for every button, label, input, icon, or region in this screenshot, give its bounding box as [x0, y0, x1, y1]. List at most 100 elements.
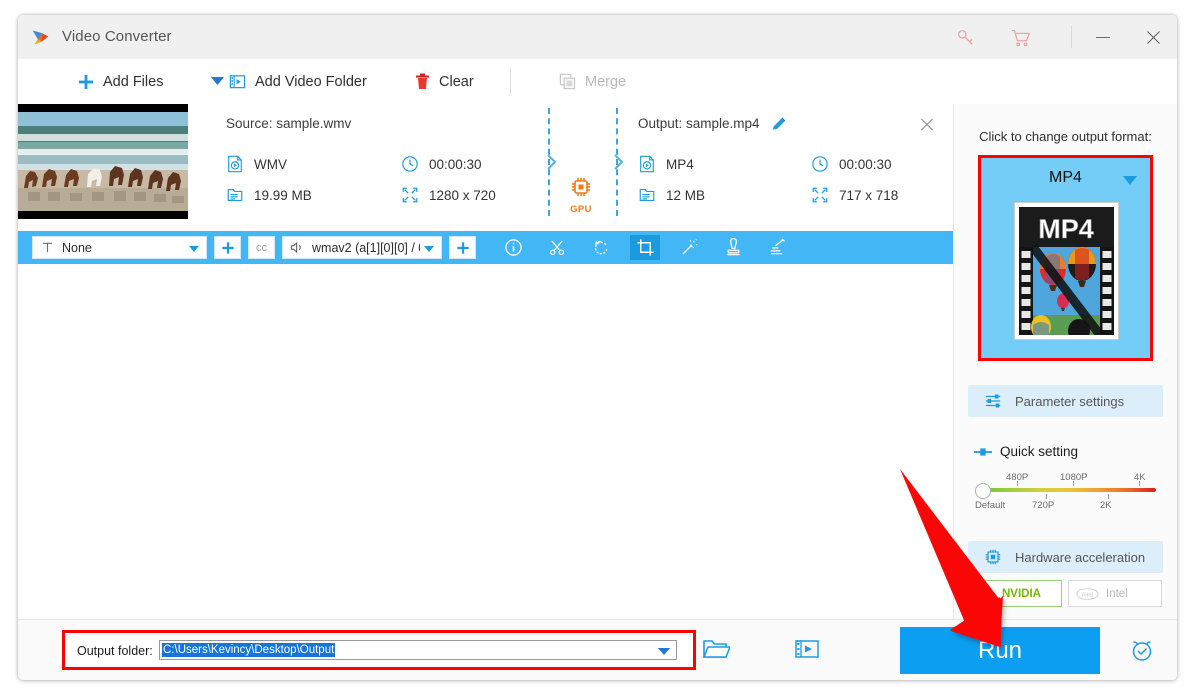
- quick-setting-toggle[interactable]: Quick setting: [974, 444, 1078, 459]
- key-icon[interactable]: [955, 27, 977, 49]
- svg-text:MP4: MP4: [1038, 214, 1094, 244]
- edit-tool-group: [491, 235, 799, 260]
- chevron-down-icon: [189, 246, 199, 252]
- bottom-bar: Output folder: C:\Users\Kevincy\Desktop\…: [18, 619, 1177, 680]
- run-label: Run: [977, 636, 1023, 664]
- closed-caption-button[interactable]: cc: [248, 236, 275, 259]
- edit-toolbar: None cc wmav2 (a[1][0][0] / 0:: [18, 231, 953, 264]
- merge-label: Merge: [585, 73, 627, 90]
- source-format-value: WMV: [254, 156, 287, 172]
- source-filename: Source: sample.wmv: [226, 116, 352, 131]
- clear-button[interactable]: Clear: [415, 59, 474, 104]
- video-thumbnail[interactable]: [18, 104, 188, 219]
- output-folder-value: C:\Users\Kevincy\Desktop\Output: [162, 643, 336, 657]
- output-resolution: 717 x 718: [811, 186, 898, 204]
- add-video-folder-label: Add Video Folder: [255, 73, 367, 90]
- resolution-icon: [811, 186, 829, 204]
- chevron-down-icon: [210, 74, 224, 90]
- chevron-down-icon[interactable]: [1123, 176, 1137, 185]
- info-icon[interactable]: [498, 235, 528, 260]
- subtitle-text-icon: [41, 241, 54, 254]
- resolution-icon: [401, 186, 419, 204]
- output-size: 12 MB: [638, 186, 705, 204]
- quality-slider[interactable]: 480P 1080P 4K Default 720P 2K: [975, 472, 1156, 511]
- run-button[interactable]: Run: [900, 627, 1100, 674]
- cart-icon[interactable]: [1010, 27, 1032, 49]
- format-thumbnail: MP4: [1014, 202, 1119, 340]
- flow-chevron-left-icon: [545, 152, 559, 172]
- hw-option-nvidia[interactable]: NVIDIA: [968, 580, 1062, 607]
- adjust-icon[interactable]: [762, 235, 792, 260]
- titlebar-divider: [1071, 26, 1072, 48]
- app-logo-icon: [30, 27, 51, 48]
- svg-text:intel: intel: [1082, 592, 1093, 598]
- slider-label-720p: 720P: [1032, 500, 1055, 511]
- crop-icon[interactable]: [630, 235, 660, 260]
- main-toolbar: Add Files Add Video Folder Clear Merge: [18, 59, 1177, 105]
- hardware-acceleration-button[interactable]: Hardware acceleration: [968, 541, 1163, 573]
- parameter-settings-button[interactable]: Parameter settings: [968, 385, 1163, 417]
- output-folder-label: Output folder:: [77, 644, 153, 658]
- close-icon[interactable]: [1136, 23, 1170, 51]
- sliders-icon: [984, 392, 1002, 410]
- remove-file-icon[interactable]: [918, 116, 936, 134]
- video-file-icon: [638, 155, 656, 173]
- source-duration: 00:00:30: [401, 155, 482, 173]
- add-files-dropdown-caret[interactable]: [204, 59, 230, 104]
- hw-option-intel-label: Intel: [1106, 587, 1128, 600]
- folder-open-icon[interactable]: [702, 637, 732, 666]
- add-video-folder-button[interactable]: Add Video Folder: [229, 59, 367, 104]
- toolbar-divider: [510, 69, 511, 94]
- hw-option-intel[interactable]: intel Intel: [1068, 580, 1162, 607]
- source-duration-value: 00:00:30: [429, 156, 482, 172]
- audio-track-value: wmav2 (a[1][0][0] / 0:: [312, 240, 420, 255]
- slider-tick-4k: [1139, 481, 1140, 486]
- change-format-title: Click to change output format:: [979, 129, 1152, 144]
- output-size-value: 12 MB: [666, 187, 706, 203]
- flow-chevron-right-icon: [612, 152, 626, 172]
- output-duration: 00:00:30: [811, 155, 892, 173]
- merge-icon: [559, 73, 576, 90]
- video-file-icon: [226, 155, 244, 173]
- source-format: WMV: [226, 155, 287, 173]
- parameter-settings-label: Parameter settings: [1015, 393, 1125, 409]
- chevron-down-icon[interactable]: [658, 648, 670, 655]
- slider-tick-1080p: [1073, 481, 1074, 486]
- subtitle-select[interactable]: None: [32, 236, 207, 259]
- rename-pencil-icon[interactable]: [771, 116, 787, 137]
- add-files-button[interactable]: Add Files: [78, 59, 163, 104]
- hardware-acceleration-label: Hardware acceleration: [1015, 549, 1146, 565]
- chevron-down-icon: [424, 246, 434, 252]
- minimize-icon[interactable]: [1086, 23, 1120, 51]
- effect-wand-icon[interactable]: [674, 235, 704, 260]
- add-subtitle-button[interactable]: [214, 236, 241, 259]
- source-resolution: 1280 x 720: [401, 186, 496, 204]
- film-preview-icon[interactable]: [794, 637, 820, 666]
- scissors-icon[interactable]: [542, 235, 572, 260]
- alarm-clock-icon[interactable]: [1128, 637, 1156, 668]
- output-folder-row: Output folder: C:\Users\Kevincy\Desktop\…: [62, 630, 696, 670]
- output-format-box[interactable]: MP4 MP4: [978, 155, 1153, 361]
- merge-button[interactable]: Merge: [559, 59, 626, 104]
- quick-setting-icon: [974, 446, 992, 458]
- output-folder-input[interactable]: C:\Users\Kevincy\Desktop\Output: [159, 640, 677, 660]
- output-resolution-value: 717 x 718: [839, 187, 899, 203]
- hardware-options-row: NVIDIA intel Intel: [968, 580, 1162, 607]
- audio-track-select[interactable]: wmav2 (a[1][0][0] / 0:: [282, 236, 442, 259]
- app-window: Video Converter Add Files Add Video Fold…: [18, 15, 1177, 680]
- quick-setting-label: Quick setting: [1000, 444, 1079, 459]
- intel-logo-icon: intel: [1076, 587, 1099, 601]
- file-size-icon: [638, 186, 656, 204]
- clock-icon: [401, 155, 419, 173]
- slider-label-default: Default: [975, 500, 1006, 511]
- plus-icon: [78, 74, 94, 90]
- cc-icon: cc: [256, 241, 267, 254]
- watermark-stamp-icon[interactable]: [718, 235, 748, 260]
- add-audio-button[interactable]: [449, 236, 476, 259]
- source-size-value: 19.99 MB: [254, 187, 312, 203]
- slider-top-labels: 480P 1080P 4K: [976, 472, 1156, 486]
- clear-label: Clear: [439, 73, 474, 90]
- slider-track[interactable]: [975, 481, 1156, 499]
- slider-tick-480p: [1017, 481, 1018, 486]
- rotate-icon[interactable]: [586, 235, 616, 260]
